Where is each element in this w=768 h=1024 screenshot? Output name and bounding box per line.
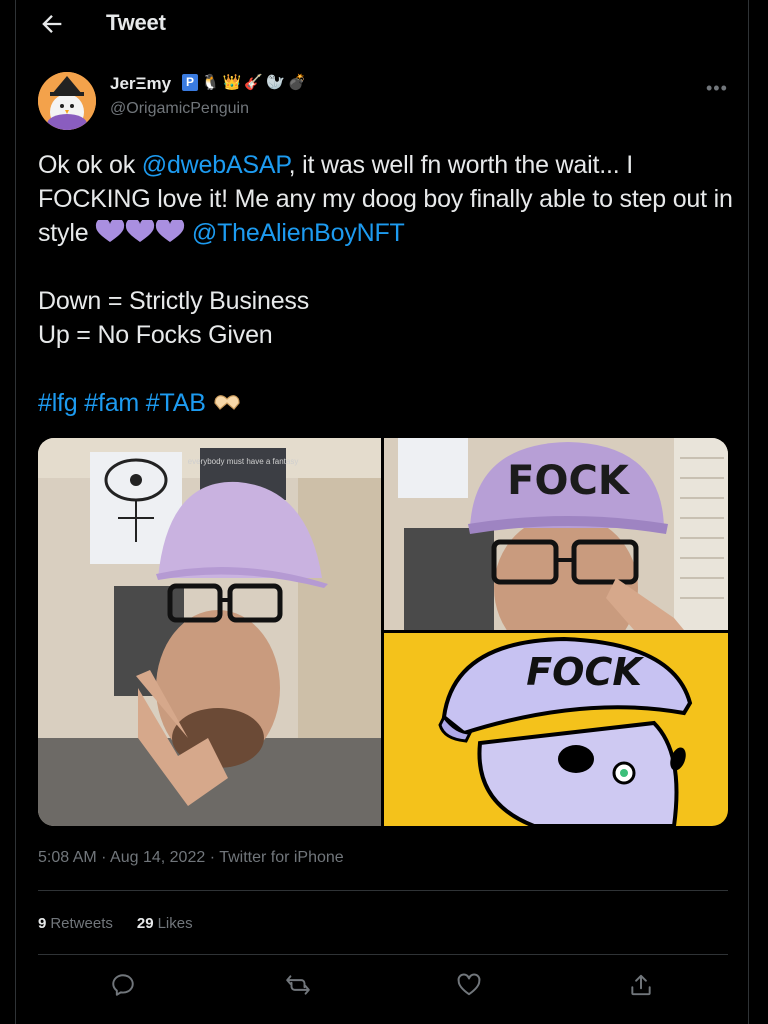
back-arrow-icon[interactable]: [38, 10, 66, 38]
divider: [38, 954, 728, 955]
purple-heart-icon: [95, 220, 125, 244]
photo-selfie-down[interactable]: everybody must have a fantasy: [38, 438, 381, 826]
tweet-date[interactable]: Aug 14, 2022: [110, 849, 205, 866]
likes-stat[interactable]: 29 Likes: [137, 915, 193, 932]
retweets-count: 9: [38, 915, 47, 932]
photo-selfie-up[interactable]: FOCK: [384, 438, 728, 630]
tweet-line: Up = No Focks Given: [38, 321, 273, 349]
tweet-line: Down = Strictly Business: [38, 287, 309, 315]
crown-icon: 👑: [222, 74, 242, 91]
cartoon-alien-boy[interactable]: FOCK: [384, 633, 728, 826]
tweet-paragraph-1: Ok ok ok @dwebASAP, it was well fn worth…: [38, 148, 738, 250]
heart-icon[interactable]: [456, 972, 482, 998]
purple-heart-icon: [155, 220, 185, 244]
reply-icon[interactable]: [110, 972, 136, 998]
meta-separator: ·: [96, 849, 111, 866]
seal-icon: 🦭: [266, 74, 285, 91]
meta-separator: ·: [205, 849, 220, 866]
mention-link[interactable]: @TheAlienBoyNFT: [192, 219, 405, 247]
retweets-label: Retweets: [50, 915, 113, 932]
name-emoji-badges: P 🐧 👑 🎸 🦭 💣: [182, 73, 306, 91]
right-border: [748, 0, 749, 1024]
author-name[interactable]: JerΞmy: [110, 74, 171, 94]
likes-label: Likes: [157, 915, 193, 932]
retweet-icon[interactable]: [285, 972, 311, 998]
avatar[interactable]: [38, 72, 96, 130]
cartoon-hat-text: FOCK: [526, 650, 644, 694]
media-grid[interactable]: everybody must have a fantasy FOCK FOCK: [38, 438, 728, 826]
tweet-paragraph-3: #lfg #fam #TAB: [38, 386, 738, 420]
hashtag-link[interactable]: #fam: [84, 389, 139, 417]
author-handle[interactable]: @OrigamicPenguin: [110, 100, 249, 118]
mention-link[interactable]: @dwebASAP: [142, 151, 289, 179]
bomb-icon: 💣: [287, 74, 307, 91]
author-name-text[interactable]: JerΞmy: [110, 74, 171, 94]
tweet-paragraph-2: Down = Strictly Business Up = No Focks G…: [38, 284, 738, 352]
tweet-time[interactable]: 5:08 AM: [38, 849, 97, 866]
retweets-stat[interactable]: 9 Retweets: [38, 915, 113, 932]
tweet-timestamp[interactable]: 5:08 AM · Aug 14, 2022 · Twitter for iPh…: [38, 849, 344, 867]
guitar-icon: 🎸: [244, 74, 264, 91]
tweet-text: Ok ok ok @dwebASAP, it was well fn worth…: [38, 148, 738, 420]
tweet-text-part: Ok ok ok: [38, 151, 142, 179]
purple-heart-icon: [125, 220, 155, 244]
hashtag-link[interactable]: #lfg: [38, 389, 78, 417]
more-horizontal-icon[interactable]: •••: [706, 78, 728, 99]
heart-hands-icon: [212, 389, 242, 415]
poster-text: everybody must have a fantasy: [188, 457, 299, 466]
page-title: Tweet: [106, 10, 166, 35]
photo-hat-text: FOCK: [507, 458, 631, 504]
divider: [38, 890, 728, 891]
tweet-stats: 9 Retweets 29 Likes: [38, 915, 193, 932]
likes-count: 29: [136, 915, 154, 932]
share-icon[interactable]: [628, 972, 654, 998]
tweet-source[interactable]: Twitter for iPhone: [219, 849, 344, 866]
left-border: [15, 0, 16, 1024]
p-badge-icon: P: [182, 73, 198, 91]
hashtag-link[interactable]: #TAB: [146, 389, 206, 417]
penguin-icon: 🐧: [201, 74, 220, 91]
